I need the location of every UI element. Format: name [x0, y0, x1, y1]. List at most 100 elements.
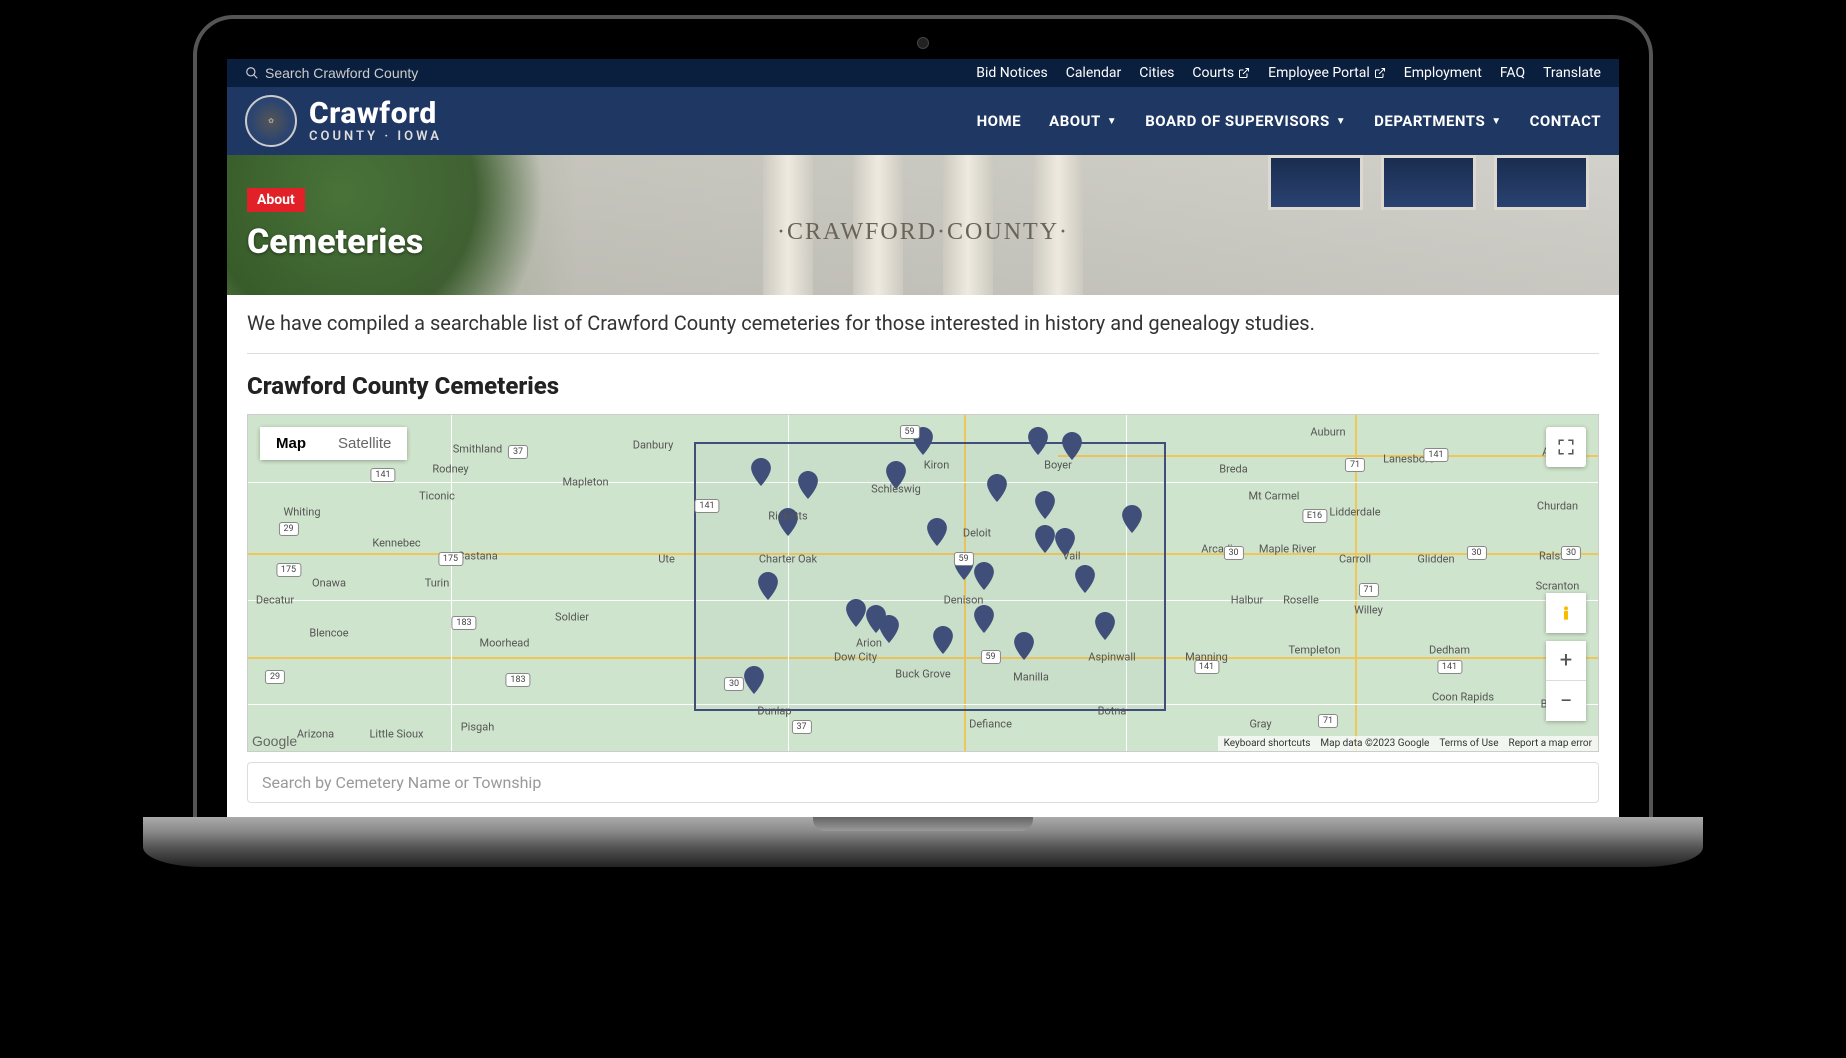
town-label: Soldier	[555, 610, 589, 623]
badge-about: About	[247, 188, 305, 212]
pegman-button[interactable]	[1546, 593, 1586, 633]
town-label: Breda	[1219, 462, 1248, 475]
link-calendar[interactable]: Calendar	[1066, 65, 1122, 81]
fullscreen-button[interactable]	[1546, 427, 1586, 467]
town-label: Templeton	[1288, 644, 1340, 657]
report-error-link[interactable]: Report a map error	[1509, 738, 1592, 749]
map-pin[interactable]	[1014, 632, 1034, 660]
highway-shield: 71	[1345, 458, 1365, 472]
pegman-icon	[1558, 603, 1574, 623]
town-label: Charter Oak	[759, 553, 817, 566]
nav-home[interactable]: HOME	[977, 112, 1022, 130]
town-label: Dunlap	[757, 704, 791, 717]
highway-shield: 141	[694, 499, 719, 513]
highway-shield: 141	[1423, 448, 1448, 462]
link-bid-notices[interactable]: Bid Notices	[976, 65, 1047, 81]
map-pin[interactable]	[1122, 505, 1142, 533]
link-courts[interactable]: Courts	[1192, 65, 1250, 81]
town-label: Roselle	[1283, 593, 1319, 606]
zoom-in-button[interactable]: +	[1546, 641, 1586, 681]
nav-contact[interactable]: CONTACT	[1530, 112, 1601, 130]
map-pin[interactable]	[927, 518, 947, 546]
map-pin[interactable]	[1075, 565, 1095, 593]
main-nav: ✿ Crawford COUNTY · IOWA HOME ABOUT▼ BOA…	[227, 87, 1619, 155]
terms-link[interactable]: Terms of Use	[1439, 738, 1498, 749]
map-pin[interactable]	[1035, 491, 1055, 519]
map-pin[interactable]	[744, 666, 764, 694]
map-pin[interactable]	[1062, 432, 1082, 460]
map-pin[interactable]	[1095, 612, 1115, 640]
brand[interactable]: ✿ Crawford COUNTY · IOWA	[245, 95, 442, 147]
map-pin[interactable]	[846, 599, 866, 627]
cemetery-search-input[interactable]: Search by Cemetery Name or Township	[247, 762, 1599, 803]
page-title: Cemeteries	[247, 222, 1619, 262]
town-label: Ticonic	[419, 489, 455, 502]
town-label: Arizona	[297, 728, 334, 741]
map-tab-map[interactable]: Map	[260, 427, 322, 460]
nav-departments[interactable]: DEPARTMENTS▼	[1374, 112, 1501, 130]
nav-about[interactable]: ABOUT▼	[1049, 112, 1117, 130]
town-label: Castana	[457, 550, 497, 563]
highway-shield: 175	[438, 552, 463, 566]
map-pin[interactable]	[974, 605, 994, 633]
link-faq[interactable]: FAQ	[1500, 65, 1525, 81]
highway-shield: 37	[508, 445, 528, 459]
search-input[interactable]	[265, 65, 465, 81]
town-label: Glidden	[1417, 553, 1454, 566]
highway-shield: 29	[278, 522, 298, 536]
town-label: Decatur	[256, 593, 294, 606]
town-label: Aspinwall	[1088, 650, 1135, 663]
map-pin[interactable]	[1028, 427, 1048, 455]
town-label: Whiting	[283, 506, 320, 519]
town-label: Gray	[1249, 718, 1271, 731]
highway-shield: 183	[505, 673, 530, 687]
map-pin[interactable]	[879, 615, 899, 643]
town-label: Blencoe	[309, 627, 348, 640]
brand-subtitle: COUNTY · IOWA	[309, 129, 442, 144]
link-translate[interactable]: Translate	[1543, 65, 1601, 81]
map-pin[interactable]	[751, 458, 771, 486]
town-label: Scranton	[1536, 580, 1580, 593]
map-pin[interactable]	[758, 572, 778, 600]
map-pin[interactable]	[1035, 525, 1055, 553]
link-employment[interactable]: Employment	[1404, 65, 1482, 81]
town-label: Denison	[944, 593, 984, 606]
town-label: Onawa	[312, 577, 346, 590]
map-tab-satellite[interactable]: Satellite	[322, 427, 407, 460]
utility-bar: Bid Notices Calendar Cities Courts Emplo…	[227, 59, 1619, 87]
town-label: Dow City	[834, 650, 877, 663]
town-label: Ute	[658, 553, 675, 566]
brand-name: Crawford	[309, 99, 442, 129]
highway-shield: E16	[1302, 509, 1327, 523]
fullscreen-icon	[1557, 438, 1575, 456]
map-pin[interactable]	[987, 474, 1007, 502]
map-zoom-controls: + −	[1546, 593, 1586, 721]
town-label: Churdan	[1537, 499, 1578, 512]
town-label: Halbur	[1231, 593, 1263, 606]
map-background: SmithlandRodneyDanburyMapletonTiconicKir…	[248, 415, 1598, 751]
town-label: Auburn	[1310, 425, 1345, 438]
map-data-label: Map data ©2023 Google	[1320, 738, 1429, 749]
nav-board[interactable]: BOARD OF SUPERVISORS▼	[1145, 112, 1346, 130]
town-label: Maple River	[1259, 543, 1316, 556]
utility-links: Bid Notices Calendar Cities Courts Emplo…	[976, 65, 1601, 81]
town-label: Mapleton	[562, 476, 608, 489]
map-pin[interactable]	[933, 626, 953, 654]
zoom-out-button[interactable]: −	[1546, 681, 1586, 721]
hero-banner: ·CRAWFORD·COUNTY· About Cemeteries	[227, 155, 1619, 295]
map-container[interactable]: SmithlandRodneyDanburyMapletonTiconicKir…	[247, 414, 1599, 752]
kb-shortcuts-link[interactable]: Keyboard shortcuts	[1224, 738, 1311, 749]
town-label: Manilla	[1013, 671, 1049, 684]
town-label: Dedham	[1429, 644, 1470, 657]
town-label: Danbury	[633, 439, 674, 452]
link-cities[interactable]: Cities	[1139, 65, 1174, 81]
town-label: Moorhead	[480, 637, 530, 650]
highway-shield: 183	[451, 616, 476, 630]
map-pin[interactable]	[798, 471, 818, 499]
highway-shield: 141	[1437, 660, 1462, 674]
caret-down-icon: ▼	[1491, 116, 1501, 127]
town-label: Deloit	[963, 526, 991, 539]
link-employee-portal[interactable]: Employee Portal	[1268, 65, 1386, 81]
external-link-icon	[1374, 67, 1386, 79]
map-pin[interactable]	[974, 562, 994, 590]
